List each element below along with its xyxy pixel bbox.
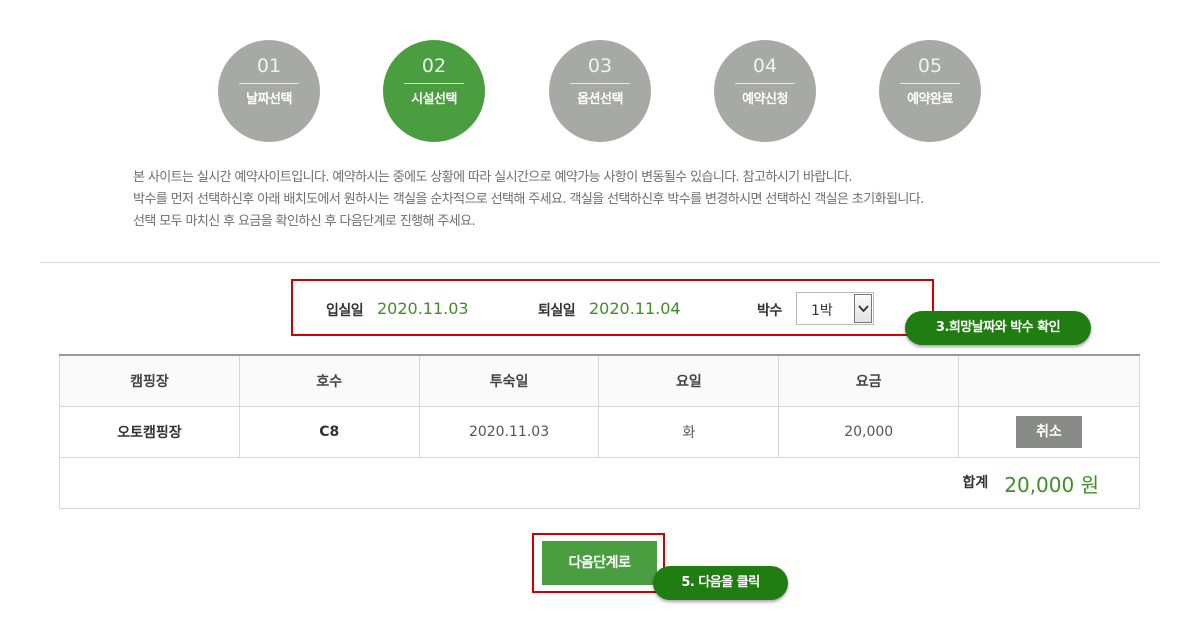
step-number: 04 <box>752 55 778 77</box>
notice-line: 박수를 먼저 선택하신후 아래 배치도에서 원하시는 객실을 순차적으로 선택해… <box>133 192 924 207</box>
table-row: 오토캠핑장 C8 2020.11.03 화 20,000 취소 <box>59 406 1140 458</box>
checkin-label: 입실일 <box>326 303 364 319</box>
total-row: 합계 20,000 원 <box>59 457 1140 509</box>
step-divider <box>735 83 795 84</box>
column-header <box>958 354 1140 407</box>
site-cell: 오토캠핑장 <box>59 406 240 458</box>
reservation-table: 캠핑장 호수 투숙일 요일 요금 오토캠핑장 C8 2020.11.03 화 2… <box>59 354 1140 509</box>
total-cell: 합계 20,000 원 <box>59 457 1140 509</box>
total-label: 합계 <box>962 475 989 491</box>
step-divider <box>570 83 630 84</box>
checkout-date: 2020.11.04 <box>589 299 681 318</box>
room-cell: C8 <box>238 406 420 458</box>
column-header: 캠핑장 <box>59 354 240 407</box>
step-label: 옵션선택 <box>577 92 623 107</box>
next-highlight: 다음단계로 <box>532 533 665 593</box>
step-3: 03 옵션선택 <box>549 40 651 142</box>
reservation-notice: 본 사이트는 실시간 예약사이트입니다. 예약하시는 중에도 상황에 따라 실시… <box>133 167 924 233</box>
step-number: 05 <box>917 55 943 77</box>
notice-line: 선택 모두 마치신 후 요금을 확인하신 후 다음단계로 진행해 주세요. <box>133 214 476 229</box>
column-header: 요금 <box>778 354 960 407</box>
step-label: 예약신청 <box>742 92 788 107</box>
notice-line: 본 사이트는 실시간 예약사이트입니다. 예약하시는 중에도 상황에 따라 실시… <box>133 170 853 185</box>
chevron-down-icon[interactable] <box>854 294 872 323</box>
divider <box>40 262 1160 263</box>
step-1: 01 날짜선택 <box>218 40 320 142</box>
annotation-step5: 5. 다음을 클릭 <box>653 566 788 600</box>
nights-label: 박수 <box>757 303 782 319</box>
step-number: 02 <box>421 55 447 77</box>
annotation-step3: 3.희망날짜와 박수 확인 <box>905 311 1091 345</box>
step-number: 01 <box>256 55 282 77</box>
step-label: 예약완료 <box>907 92 953 107</box>
date-cell: 2020.11.03 <box>418 406 600 458</box>
step-divider <box>239 83 299 84</box>
step-5: 05 예약완료 <box>879 40 981 142</box>
price-cell: 20,000 <box>778 406 960 458</box>
nights-value: 1박 <box>811 303 833 319</box>
day-cell: 화 <box>598 406 780 458</box>
step-divider <box>900 83 960 84</box>
step-2: 02 시설선택 <box>383 40 485 142</box>
step-label: 시설선택 <box>411 92 457 107</box>
nights-select[interactable]: 1박 <box>796 292 874 325</box>
next-step-button[interactable]: 다음단계로 <box>542 541 657 585</box>
step-4: 04 예약신청 <box>714 40 816 142</box>
checkout-label: 퇴실일 <box>538 303 576 319</box>
table-header-row: 캠핑장 호수 투숙일 요일 요금 <box>59 354 1140 407</box>
checkin-date: 2020.11.03 <box>377 299 469 318</box>
step-progress: 01 날짜선택 02 시설선택 03 옵션선택 04 예약신청 05 예약완료 <box>218 40 998 144</box>
step-number: 03 <box>587 55 613 77</box>
date-summary: 입실일 2020.11.03 퇴실일 2020.11.04 박수 1박 <box>291 279 934 336</box>
cancel-button[interactable]: 취소 <box>1016 416 1083 448</box>
action-cell: 취소 <box>958 406 1140 458</box>
step-label: 날짜선택 <box>246 92 292 107</box>
step-divider <box>404 83 464 84</box>
column-header: 호수 <box>238 354 420 407</box>
column-header: 요일 <box>598 354 780 407</box>
column-header: 투숙일 <box>418 354 600 407</box>
total-value: 20,000 원 <box>1004 472 1099 497</box>
